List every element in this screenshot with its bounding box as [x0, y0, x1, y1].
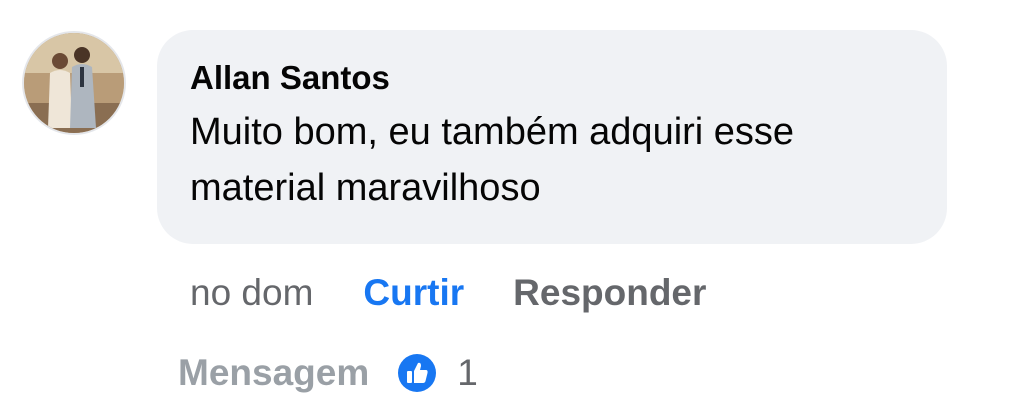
comment-timestamp[interactable]: no dom	[190, 272, 313, 314]
message-row: Mensagem 1	[178, 347, 478, 399]
comment: Allan Santos Muito bom, eu também adquir…	[0, 0, 1024, 416]
thumbs-up-icon[interactable]	[397, 353, 437, 393]
avatar[interactable]	[22, 31, 126, 135]
comment-actions: no dom Curtir Responder	[190, 268, 706, 318]
comment-bubble: Allan Santos Muito bom, eu também adquir…	[157, 30, 947, 244]
comment-text: Muito bom, eu também adquiri esse materi…	[190, 111, 795, 209]
reaction-count[interactable]: 1	[457, 352, 478, 394]
message-button[interactable]: Mensagem	[178, 352, 369, 394]
reply-button[interactable]: Responder	[513, 272, 706, 314]
like-button[interactable]: Curtir	[363, 272, 464, 314]
comment-author[interactable]: Allan Santos	[190, 58, 915, 98]
avatar-photo	[24, 33, 124, 133]
